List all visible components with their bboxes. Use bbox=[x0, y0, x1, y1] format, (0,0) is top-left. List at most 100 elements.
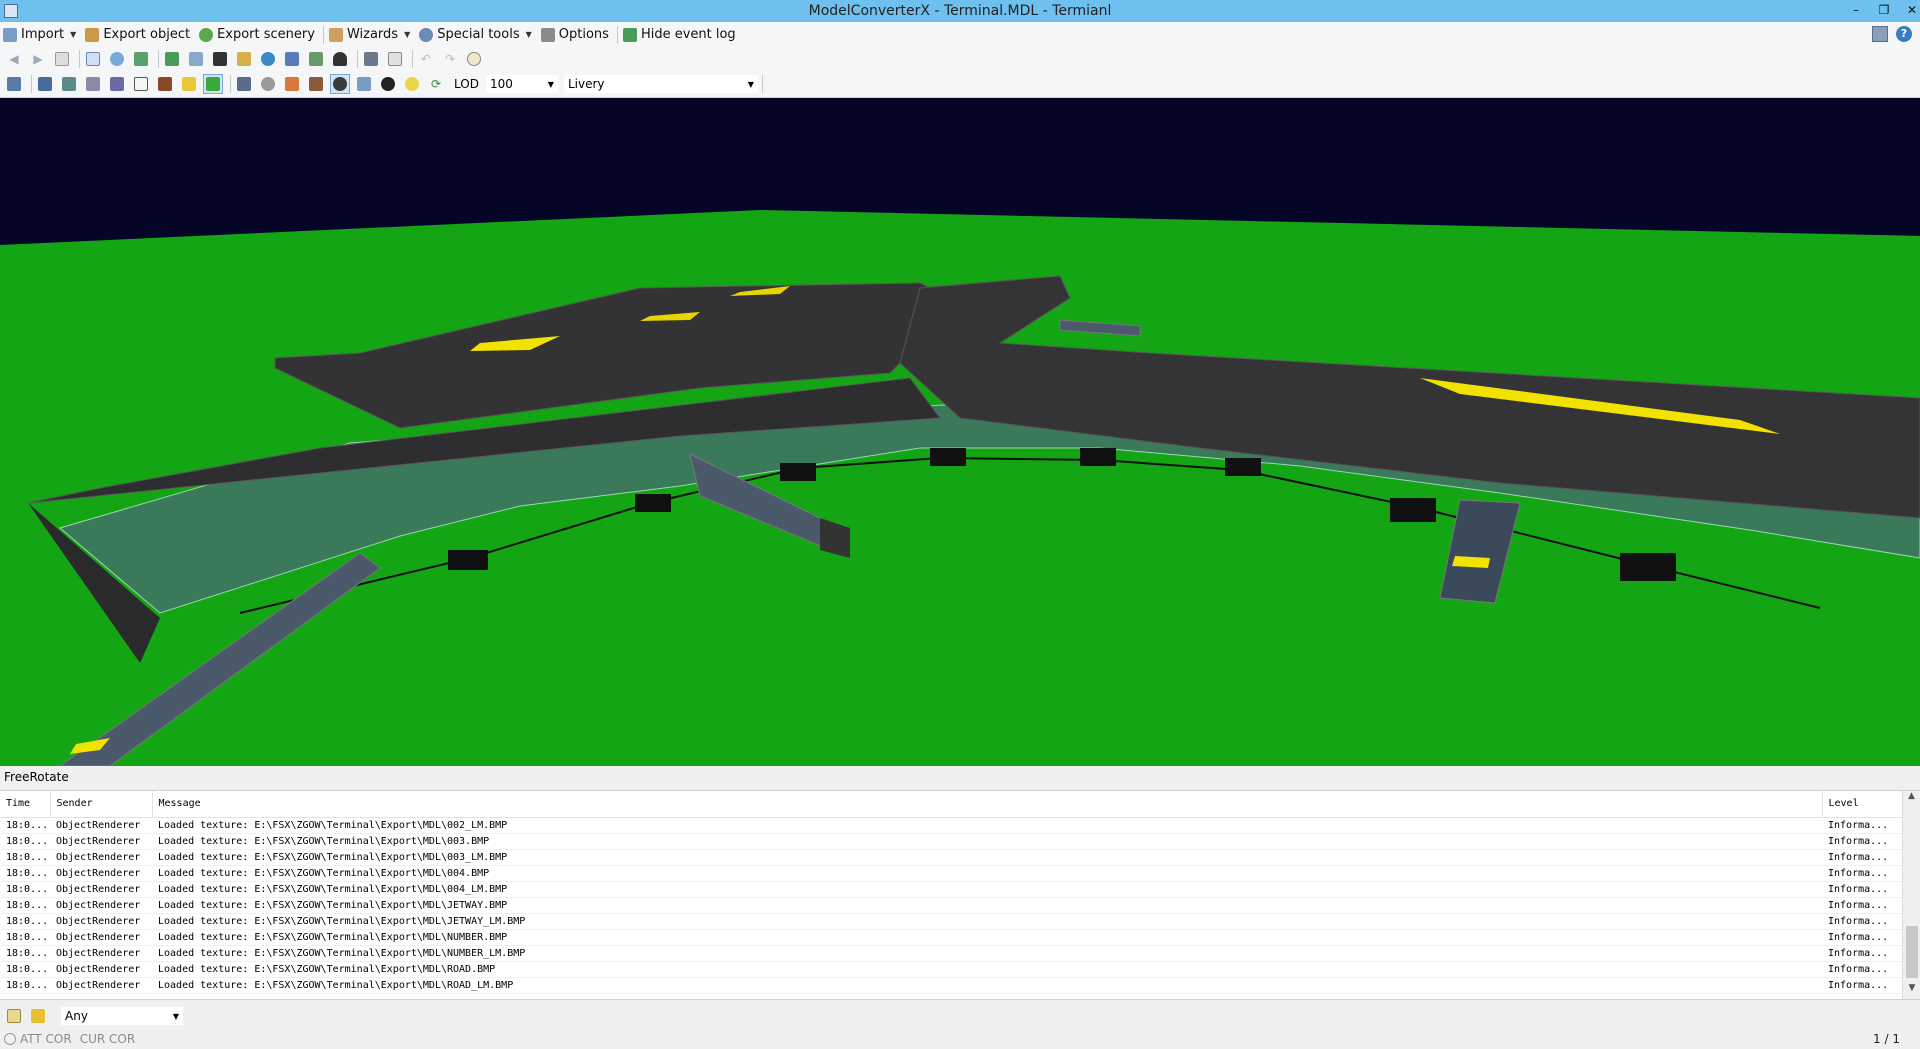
log-row[interactable]: 18:0... ObjectRenderer Loaded texture: E:\… bbox=[0, 833, 1902, 850]
camera-select-icon[interactable] bbox=[234, 74, 254, 94]
column-header-message[interactable]: Message bbox=[152, 791, 1823, 818]
log-filter-bar: Any ▼ bbox=[0, 1003, 1920, 1029]
screenshot-icon[interactable] bbox=[361, 49, 381, 69]
ground-toggle-icon[interactable] bbox=[203, 74, 223, 94]
menu-special-tools[interactable]: Special tools ▼ bbox=[416, 24, 538, 46]
edit-note-icon[interactable] bbox=[4, 1006, 24, 1026]
refresh-icon[interactable]: ⟳ bbox=[426, 74, 446, 94]
log-sender: ObjectRenderer bbox=[50, 913, 152, 930]
menu-options[interactable]: Options bbox=[538, 24, 615, 46]
log-row[interactable]: 18:0... ObjectRenderer Loaded texture: E:\… bbox=[0, 817, 1902, 834]
app-icon[interactable] bbox=[4, 4, 18, 18]
menu-hide-event-log[interactable]: Hide event log bbox=[620, 24, 742, 46]
log-row[interactable]: 18:0... ObjectRenderer Loaded texture: E:\… bbox=[0, 945, 1902, 962]
log-row[interactable]: 18:0... ObjectRenderer Loaded texture: E:\… bbox=[0, 977, 1902, 994]
clock-icon[interactable] bbox=[464, 49, 484, 69]
menu-wizards[interactable]: Wizards ▼ bbox=[326, 24, 416, 46]
hierarchy-icon[interactable] bbox=[131, 49, 151, 69]
image-icon[interactable] bbox=[186, 49, 206, 69]
film-icon[interactable] bbox=[210, 49, 230, 69]
restore-button[interactable]: ❐ bbox=[1870, 0, 1898, 20]
link-icon[interactable] bbox=[306, 49, 326, 69]
person-icon[interactable] bbox=[330, 49, 350, 69]
log-message: Loaded texture: E:\FSX\ZGOW\Terminal\Exp… bbox=[152, 977, 1822, 994]
log-row[interactable]: 18:0... ObjectRenderer Loaded texture: E:\… bbox=[0, 865, 1902, 882]
light-icon[interactable] bbox=[258, 74, 278, 94]
lod-dropdown[interactable]: 100 ▼ bbox=[484, 74, 559, 94]
log-sender: ObjectRenderer bbox=[50, 865, 152, 882]
box-outline-icon[interactable] bbox=[131, 74, 151, 94]
log-sender: ObjectRenderer bbox=[50, 849, 152, 866]
menu-options-label: Options bbox=[558, 27, 609, 42]
log-row[interactable]: 18:0... ObjectRenderer Loaded texture: E:\… bbox=[0, 913, 1902, 930]
sphere-icon[interactable] bbox=[330, 74, 350, 94]
minimize-button[interactable]: – bbox=[1842, 0, 1870, 20]
zoom-find-icon[interactable] bbox=[83, 49, 103, 69]
3d-viewport[interactable] bbox=[0, 98, 1920, 766]
menu-export-object[interactable]: Export object bbox=[82, 24, 196, 46]
clear-broom-icon[interactable] bbox=[28, 1006, 48, 1026]
menu-separator bbox=[616, 25, 618, 44]
log-row[interactable]: 18:0... ObjectRenderer Loaded texture: E:\… bbox=[0, 849, 1902, 866]
export-object-icon bbox=[85, 27, 100, 42]
column-header-sender[interactable]: Sender bbox=[50, 791, 153, 818]
level-filter-dropdown[interactable]: Any ▼ bbox=[60, 1006, 184, 1026]
transform-icon[interactable] bbox=[354, 74, 374, 94]
log-sender: ObjectRenderer bbox=[50, 945, 152, 962]
material-editor-icon[interactable] bbox=[162, 49, 182, 69]
cube-brown-icon[interactable] bbox=[306, 74, 326, 94]
help-icon[interactable]: ? bbox=[1896, 26, 1912, 42]
nodes-icon[interactable] bbox=[107, 74, 127, 94]
column-header-level[interactable]: Level bbox=[1822, 791, 1903, 818]
log-message: Loaded texture: E:\FSX\ZGOW\Terminal\Exp… bbox=[152, 849, 1822, 866]
wireframe-icon[interactable] bbox=[83, 74, 103, 94]
camera-icon[interactable] bbox=[282, 49, 302, 69]
page-icon[interactable] bbox=[52, 49, 72, 69]
window-title: ModelConverterX - Terminal.MDL - Termian… bbox=[808, 3, 1112, 19]
menu-wizards-label: Wizards bbox=[346, 27, 399, 42]
scroll-down-icon[interactable]: ▼ bbox=[1903, 983, 1920, 999]
log-message: Loaded texture: E:\FSX\ZGOW\Terminal\Exp… bbox=[152, 897, 1822, 914]
event-log-header: Time Sender Message Level bbox=[0, 791, 1903, 818]
scroll-thumb[interactable] bbox=[1906, 926, 1918, 978]
scroll-up-icon[interactable]: ▲ bbox=[1903, 791, 1920, 807]
chevron-down-icon: ▼ bbox=[404, 30, 411, 39]
menu-export-scenery[interactable]: Export scenery bbox=[196, 24, 321, 46]
yellow-box-icon[interactable] bbox=[179, 74, 199, 94]
panel-layout-icon[interactable] bbox=[1872, 26, 1888, 42]
undo-icon[interactable]: ↶ bbox=[416, 49, 436, 69]
log-row[interactable]: 18:0... ObjectRenderer Loaded texture: E:\… bbox=[0, 881, 1902, 898]
cube-color-icon[interactable] bbox=[282, 74, 302, 94]
log-row[interactable]: 18:0... ObjectRenderer Loaded texture: E:\… bbox=[0, 897, 1902, 914]
close-button[interactable]: ✕ bbox=[1898, 0, 1920, 20]
ball-icon[interactable] bbox=[378, 74, 398, 94]
redo-icon[interactable]: ↷ bbox=[440, 49, 460, 69]
level-filter-value: Any bbox=[65, 1009, 88, 1023]
menu-import[interactable]: Import ▼ bbox=[0, 24, 82, 46]
column-header-time[interactable]: Time bbox=[0, 791, 51, 818]
livery-dropdown[interactable]: Livery ▼ bbox=[562, 74, 759, 94]
log-level: Informa... bbox=[1822, 913, 1902, 930]
forward-arrow-icon[interactable]: ▶ bbox=[28, 49, 48, 69]
pillar bbox=[448, 550, 488, 570]
log-row[interactable]: 18:0... ObjectRenderer Loaded texture: E:\… bbox=[0, 961, 1902, 978]
log-sender: ObjectRenderer bbox=[50, 961, 152, 978]
log-level: Informa... bbox=[1822, 897, 1902, 914]
sun-icon[interactable] bbox=[402, 74, 422, 94]
log-time: 18:0... bbox=[0, 913, 50, 930]
texture-icon[interactable] bbox=[234, 49, 254, 69]
axes-icon[interactable] bbox=[59, 74, 79, 94]
pin-icon[interactable] bbox=[107, 49, 127, 69]
view-mode-label: FreeRotate bbox=[0, 766, 1920, 788]
document-icon[interactable] bbox=[385, 49, 405, 69]
grid-icon[interactable] bbox=[35, 74, 55, 94]
log-level: Informa... bbox=[1822, 945, 1902, 962]
globe-icon[interactable] bbox=[258, 49, 278, 69]
solid-box-icon[interactable] bbox=[155, 74, 175, 94]
log-message: Loaded texture: E:\FSX\ZGOW\Terminal\Exp… bbox=[152, 929, 1822, 946]
menu-hide-event-log-label: Hide event log bbox=[640, 27, 736, 42]
back-arrow-icon[interactable]: ◀ bbox=[4, 49, 24, 69]
fit-view-icon[interactable] bbox=[4, 74, 24, 94]
log-scrollbar[interactable]: ▲ ▼ bbox=[1902, 791, 1920, 999]
log-row[interactable]: 18:0... ObjectRenderer Loaded texture: E:\… bbox=[0, 929, 1902, 946]
